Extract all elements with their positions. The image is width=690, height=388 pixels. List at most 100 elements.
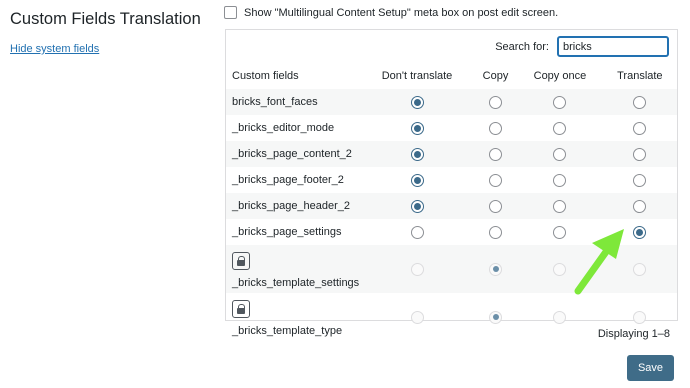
field-name-cell: bricks_font_faces — [226, 89, 361, 115]
radio-copy-once[interactable] — [553, 173, 567, 187]
radio-translate — [633, 262, 647, 276]
field-name-cell: _bricks_page_content_2 — [226, 141, 361, 167]
radio-copy[interactable] — [489, 147, 503, 161]
custom-fields-table: Custom fields Don't translate Copy Copy … — [226, 63, 677, 341]
radio-dont-translate[interactable] — [410, 121, 424, 135]
radio-copy-once — [553, 310, 567, 324]
option-cell-copy — [474, 219, 517, 245]
field-name: _bricks_page_settings — [232, 226, 342, 238]
radio-dont-translate[interactable] — [410, 225, 424, 239]
field-name-cell: _bricks_page_settings — [226, 219, 360, 245]
radio-copy — [489, 310, 503, 324]
field-name: _bricks_template_type — [232, 325, 343, 337]
radio-dont-translate[interactable] — [410, 199, 424, 213]
radio-copy[interactable] — [489, 173, 503, 187]
option-cell-copy-once — [517, 141, 603, 167]
option-cell-copy-once — [517, 193, 603, 219]
field-name: bricks_font_faces — [232, 96, 318, 108]
radio-copy-once[interactable] — [553, 121, 567, 135]
radio-copy[interactable] — [489, 95, 503, 109]
option-cell-copy-once — [517, 293, 602, 341]
radio-copy — [489, 262, 503, 276]
option-cell-copy-once — [517, 115, 602, 141]
header-dont-translate: Don't translate — [381, 70, 453, 82]
radio-dont-translate — [410, 310, 424, 324]
metabox-checkbox[interactable] — [224, 6, 237, 19]
table-row: bricks_font_faces — [226, 89, 677, 115]
option-cell-copy-once — [517, 89, 603, 115]
table-row: _bricks_page_content_2 — [226, 141, 677, 167]
option-cell-dont-translate — [360, 193, 474, 219]
table-row: _bricks_editor_mode — [226, 115, 677, 141]
radio-copy[interactable] — [489, 225, 503, 239]
displaying-count: Displaying 1–8 — [597, 328, 670, 340]
option-cell-translate — [603, 167, 677, 193]
option-cell-dont-translate — [360, 141, 474, 167]
green-arrow-icon — [574, 229, 624, 295]
field-name-cell: _bricks_page_header_2 — [226, 193, 361, 219]
option-cell-copy — [473, 89, 518, 115]
option-cell-copy-once — [517, 167, 602, 193]
radio-translate — [633, 310, 647, 324]
field-name-cell: _bricks_page_footer_2 — [226, 167, 360, 193]
option-cell-copy — [474, 115, 517, 141]
field-name-cell: _bricks_template_settings — [226, 245, 361, 293]
radio-dont-translate[interactable] — [410, 95, 424, 109]
field-name: _bricks_editor_mode — [232, 122, 335, 134]
save-button[interactable]: Save — [627, 355, 674, 381]
option-cell-translate — [603, 115, 677, 141]
metabox-label: Show "Multilingual Content Setup" meta b… — [244, 6, 559, 19]
field-name: _bricks_page_header_2 — [232, 200, 351, 212]
radio-dont-translate[interactable] — [410, 173, 424, 187]
radio-copy-once[interactable] — [553, 199, 567, 213]
radio-translate[interactable] — [633, 199, 647, 213]
radio-translate[interactable] — [633, 173, 647, 187]
field-name: _bricks_template_settings — [232, 277, 360, 289]
radio-dont-translate — [410, 262, 424, 276]
radio-translate[interactable] — [633, 121, 647, 135]
field-name-cell: _bricks_template_type — [226, 293, 360, 341]
radio-copy[interactable] — [489, 199, 503, 213]
lock-icon[interactable] — [232, 252, 250, 270]
page-title: Custom Fields Translation — [10, 10, 201, 28]
search-row: Search for: — [495, 36, 669, 57]
table-row: _bricks_page_footer_2 — [226, 167, 677, 193]
option-cell-copy — [474, 293, 517, 341]
radio-copy-once — [553, 262, 567, 276]
option-cell-copy — [473, 141, 518, 167]
option-cell-translate — [602, 89, 677, 115]
metabox-option[interactable]: Show "Multilingual Content Setup" meta b… — [224, 6, 558, 19]
radio-translate[interactable] — [633, 147, 647, 161]
table-header-row: Custom fields Don't translate Copy Copy … — [226, 63, 677, 89]
left-column: Custom Fields Translation Hide system fi… — [10, 10, 201, 55]
radio-copy-once[interactable] — [553, 95, 567, 109]
search-input[interactable] — [557, 36, 669, 57]
radio-copy-once[interactable] — [553, 225, 567, 239]
option-cell-translate — [602, 193, 677, 219]
field-name: _bricks_page_footer_2 — [232, 174, 344, 186]
header-copy-once: Copy once — [533, 70, 587, 82]
option-cell-dont-translate — [360, 293, 474, 341]
option-cell-dont-translate — [360, 89, 474, 115]
radio-translate[interactable] — [633, 95, 647, 109]
option-cell-copy — [473, 245, 518, 293]
header-custom-fields: Custom fields — [232, 70, 299, 82]
radio-dont-translate[interactable] — [410, 147, 424, 161]
table-row: _bricks_page_header_2 — [226, 193, 677, 219]
radio-copy[interactable] — [489, 121, 503, 135]
option-cell-dont-translate — [360, 115, 474, 141]
option-cell-translate — [602, 141, 677, 167]
option-cell-dont-translate — [360, 219, 474, 245]
option-cell-dont-translate — [360, 167, 474, 193]
field-name-cell: _bricks_editor_mode — [226, 115, 360, 141]
radio-translate[interactable] — [633, 225, 647, 239]
option-cell-copy — [473, 193, 518, 219]
header-copy: Copy — [482, 70, 509, 82]
header-translate: Translate — [617, 70, 663, 82]
field-name: _bricks_page_content_2 — [232, 148, 352, 160]
option-cell-copy — [474, 167, 517, 193]
radio-copy-once[interactable] — [553, 147, 567, 161]
lock-icon[interactable] — [232, 300, 250, 318]
hide-system-fields-link[interactable]: Hide system fields — [10, 43, 201, 55]
search-label: Search for: — [495, 40, 549, 53]
